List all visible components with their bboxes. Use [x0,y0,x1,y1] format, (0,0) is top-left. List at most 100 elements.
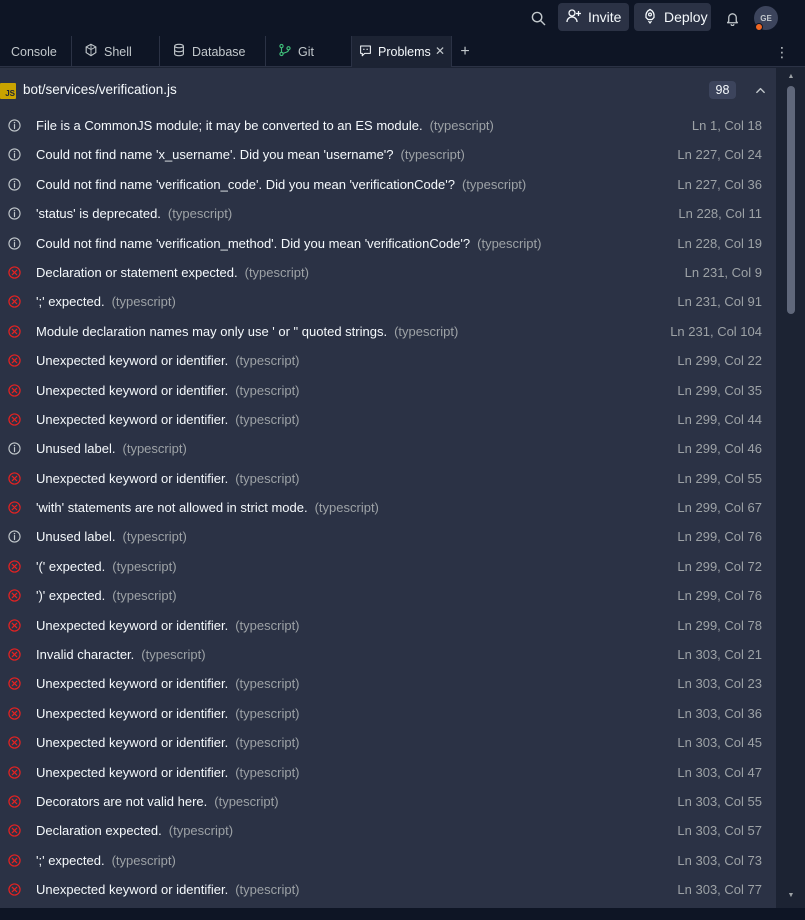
problem-row[interactable]: Unexpected keyword or identifier. (typesc… [0,611,776,640]
problem-location: Ln 299, Col 72 [677,558,762,574]
problem-message: Unexpected keyword or identifier. [36,676,229,692]
invite-button[interactable]: Invite [558,3,629,31]
problem-row[interactable]: Unexpected keyword or identifier. (typesc… [0,464,776,493]
problem-message-wrap: Unexpected keyword or identifier. (typesc… [36,765,300,780]
problem-row[interactable]: Decorators are not valid here. (typescrip… [0,787,776,816]
problem-message: Unused label. [36,529,116,545]
problem-row[interactable]: ')' expected. (typescript) Ln 299, Col 76 [0,581,776,610]
problem-message: Unused label. [36,441,116,457]
problem-row[interactable]: Invalid character. (typescript) Ln 303, Co… [0,640,776,669]
file-group-header[interactable]: JS bot/services/verification.js 98 [0,76,776,104]
add-tab-icon[interactable]: + [456,43,474,61]
problem-message-wrap: ';' expected. (typescript) [36,853,176,868]
scroll-down-arrow[interactable]: ▼ [786,891,796,899]
problem-location: Ln 299, Col 46 [677,441,762,457]
scrollbar-thumb[interactable] [787,86,795,314]
avatar[interactable]: GE [754,6,778,31]
info-icon [8,119,21,132]
problem-message: File is a CommonJS module; it may be con… [36,118,423,133]
problem-location: Ln 299, Col 44 [677,411,762,427]
error-icon [8,677,21,691]
problem-location: Ln 228, Col 11 [678,206,762,222]
problem-message: Unexpected keyword or identifier. [36,470,229,486]
problem-location: Ln 228, Col 19 [677,235,762,251]
error-icon [8,736,21,749]
close-icon[interactable]: ✕ [435,44,445,58]
tab-label-git: Git [298,44,314,59]
problem-location: Ln 299, Col 55 [677,470,762,486]
problem-message: Unexpected keyword or identifier. [36,735,229,751]
problem-row[interactable]: Unexpected keyword or identifier. (typesc… [0,699,776,728]
invite-label: Invite [588,9,622,25]
file-path: bot/services/verification.js [23,82,177,97]
problem-source: (typescript) [122,529,187,545]
problem-row[interactable]: File is a CommonJS module; it may be con… [0,111,776,140]
scroll-up-arrow[interactable]: ▲ [786,72,796,80]
error-icon [8,854,21,867]
problem-message: 'status' is deprecated. [36,206,161,222]
problem-source: (typescript) [141,647,206,663]
problem-row[interactable]: ';' expected. (typescript) Ln 231, Col 91 [0,287,776,316]
problem-row[interactable]: Module declaration names may only use ' … [0,317,776,346]
search-icon[interactable] [526,6,550,30]
problem-row[interactable]: Unexpected keyword or identifier. (typesc… [0,758,776,787]
tab-problems[interactable]: Problems ✕ [352,36,452,67]
error-icon [8,354,21,367]
problem-message-wrap: ';' expected. (typescript) [36,294,176,309]
problem-location: Ln 303, Col 77 [677,882,762,898]
problem-source: (typescript) [400,147,465,163]
problem-row[interactable]: Unused label. (typescript) Ln 299, Col 46 [0,434,776,463]
problem-message-wrap: Declaration expected. (typescript) [36,823,233,838]
problem-message: Unexpected keyword or identifier. [36,764,229,780]
problem-source: (typescript) [477,235,542,251]
problem-row[interactable]: Unused label. (typescript) Ln 299, Col 76 [0,522,776,551]
problem-message-wrap: Unexpected keyword or identifier. (typesc… [36,383,300,398]
tab-git[interactable]: Git [266,36,352,67]
git-icon [278,43,292,60]
problem-row[interactable]: Unexpected keyword or identifier. (typesc… [0,346,776,375]
problem-location: Ln 303, Col 73 [677,852,762,868]
error-icon [8,295,21,309]
problem-message-wrap: 'with' statements are not allowed in str… [36,500,379,515]
problem-row[interactable]: Declaration expected. (typescript) Ln 303,… [0,816,776,845]
problem-source: (typescript) [122,441,187,457]
add-user-icon [566,8,582,27]
tab-console[interactable]: Console [0,36,72,67]
problem-row[interactable]: ';' expected. (typescript) Ln 303, Col 73 [0,846,776,875]
problem-row[interactable]: 'status' is deprecated. (typescript) Ln 22… [0,199,776,228]
tab-label-problems: Problems [378,44,431,59]
problem-row[interactable]: '(' expected. (typescript) Ln 299, Col 72 [0,552,776,581]
deploy-button[interactable]: Deploy [634,3,711,31]
problem-row[interactable]: Could not find name 'verification_code'.… [0,170,776,199]
avatar-initials: GE [760,13,772,23]
problem-source: (typescript) [394,323,459,339]
deploy-icon [642,8,658,27]
chevron-up-icon[interactable] [752,82,768,98]
js-file-icon: JS [0,83,16,99]
problem-message: Unexpected keyword or identifier. [36,353,229,369]
info-icon [8,207,21,220]
problem-row[interactable]: Unexpected keyword or identifier. (typesc… [0,376,776,405]
problem-message: Unexpected keyword or identifier. [36,382,229,398]
problem-row[interactable]: Could not find name 'x_username'. Did yo… [0,140,776,169]
problem-row[interactable]: 'with' statements are not allowed in str… [0,493,776,522]
bell-icon[interactable] [720,6,744,30]
problem-row[interactable]: Declaration or statement expected. (types… [0,258,776,287]
problem-row[interactable]: Unexpected keyword or identifier. (typesc… [0,669,776,698]
problem-row[interactable]: Unexpected keyword or identifier. (typesc… [0,728,776,757]
tab-shell[interactable]: Shell [72,36,160,67]
problem-source: (typescript) [244,264,309,280]
more-options-icon[interactable]: ⋮ [774,42,790,62]
problem-row[interactable]: Could not find name 'verification_method… [0,229,776,258]
problem-row[interactable]: Unexpected keyword or identifier. (typesc… [0,405,776,434]
error-icon [8,560,21,573]
database-icon [172,43,186,60]
problem-location: Ln 303, Col 57 [677,823,762,839]
problem-message-wrap: ')' expected. (typescript) [36,588,177,603]
problem-message: ';' expected. [36,294,105,310]
error-icon [8,325,21,338]
problem-row[interactable]: Unexpected keyword or identifier. (typesc… [0,875,776,904]
tab-database[interactable]: Database [160,36,266,67]
problems-list: File is a CommonJS module; it may be con… [0,111,776,905]
problem-location: Ln 299, Col 78 [677,617,762,633]
